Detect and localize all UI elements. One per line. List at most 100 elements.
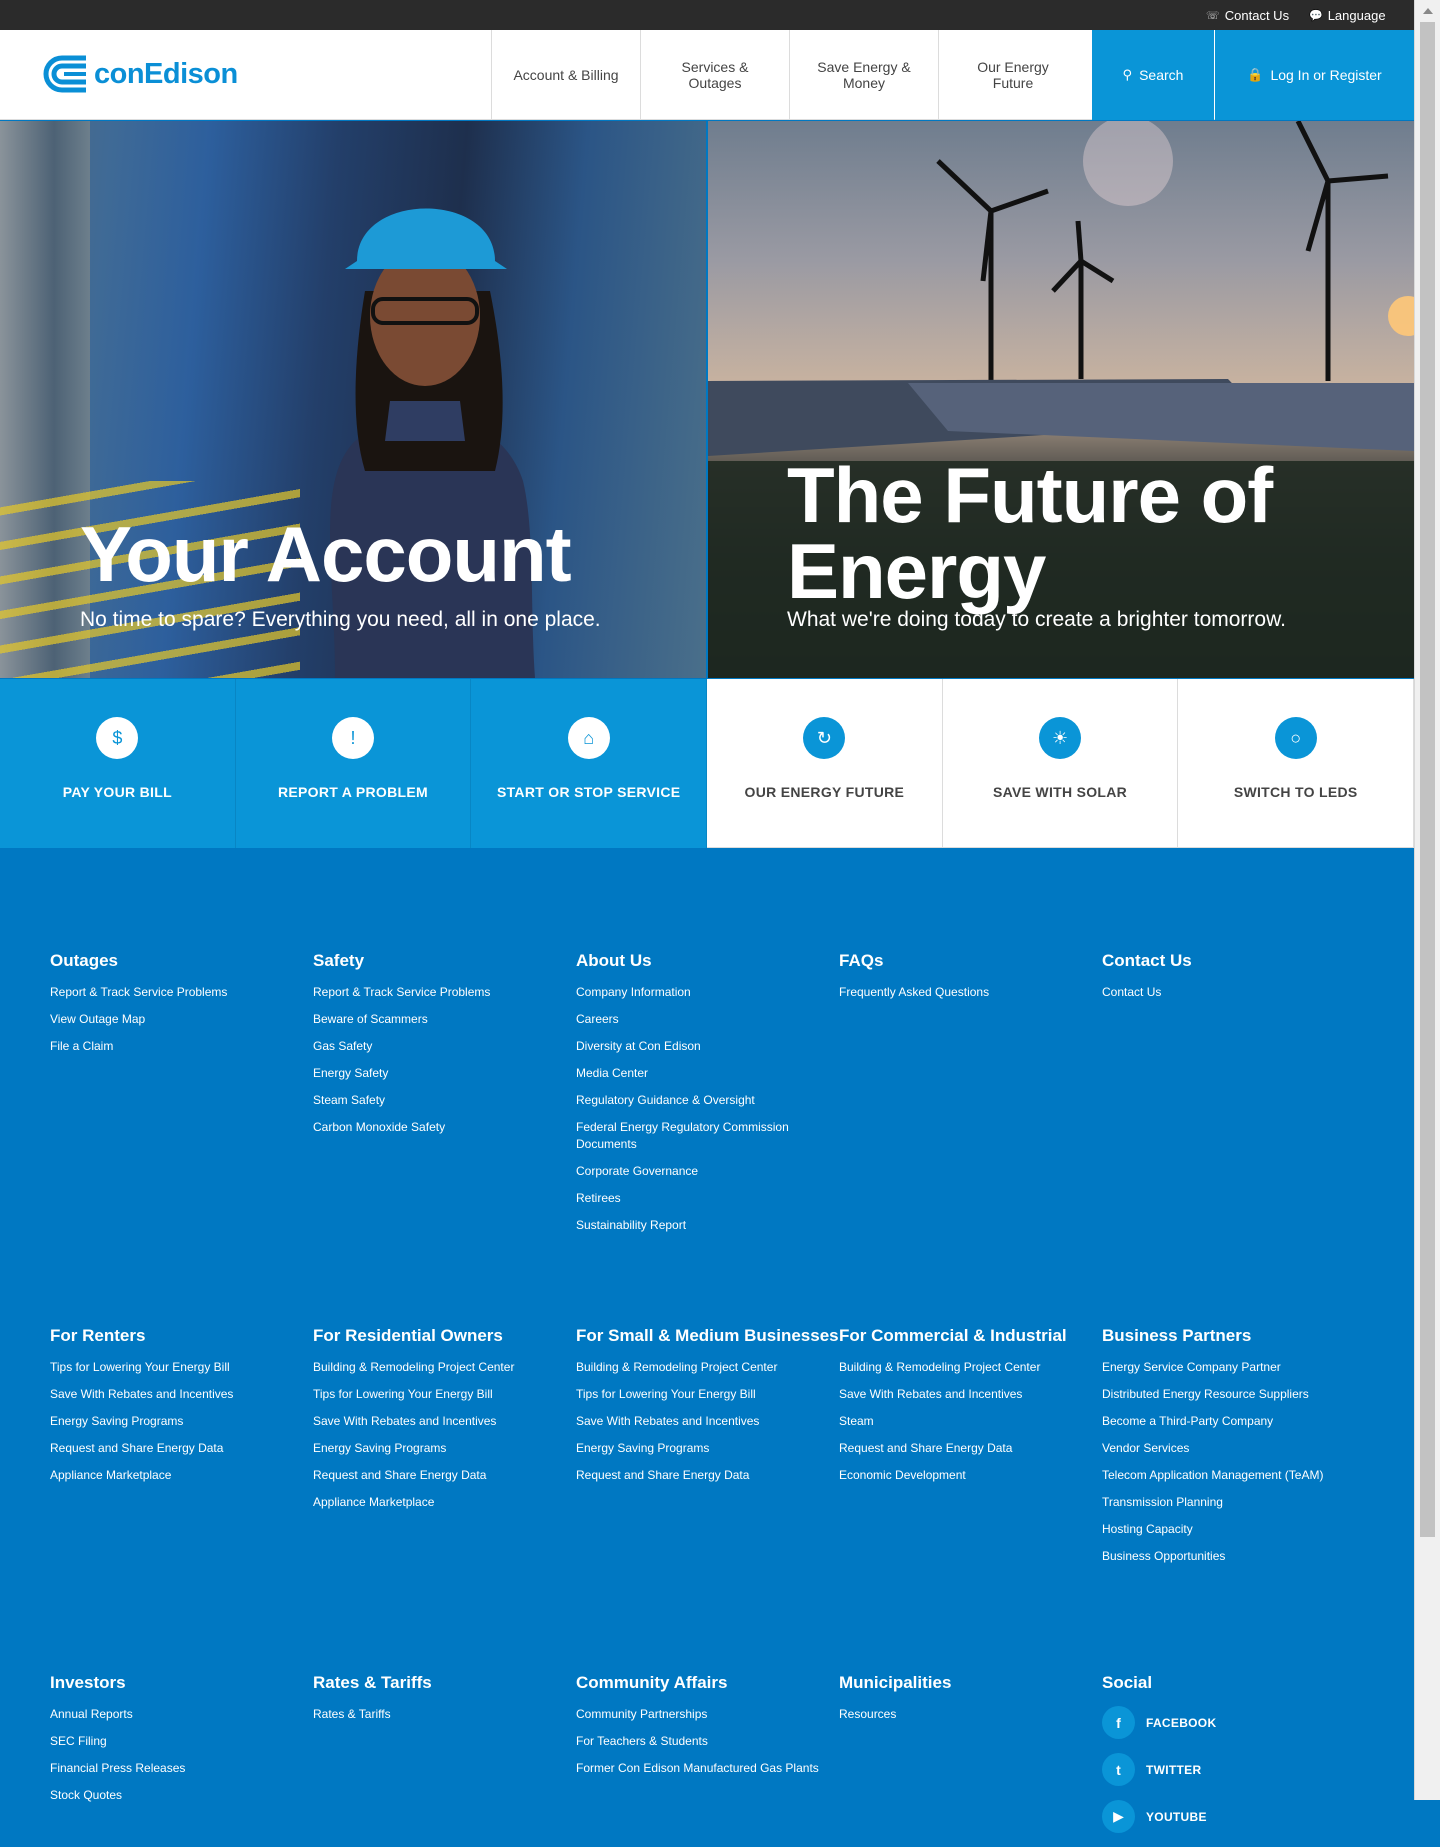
hero-your-account[interactable]: Your Account No time to spare? Everythin… <box>0 121 706 678</box>
footer-column-faqs: FAQs Frequently Asked Questions <box>839 950 1102 1244</box>
footer-link[interactable]: Building & Remodeling Project Center <box>576 1359 839 1376</box>
scroll-up-arrow-icon[interactable] <box>1423 8 1433 14</box>
footer-link[interactable]: Business Opportunities <box>1102 1548 1365 1565</box>
footer-link[interactable]: Appliance Marketplace <box>313 1494 576 1511</box>
scrollbar-thumb[interactable] <box>1420 22 1435 1537</box>
save-with-solar-link[interactable]: ☀ SAVE WITH SOLAR <box>942 679 1179 848</box>
footer-link[interactable]: Retirees <box>576 1190 839 1207</box>
footer-link[interactable]: Steam Safety <box>313 1092 576 1109</box>
footer-link[interactable]: View Outage Map <box>50 1011 313 1028</box>
alert-icon: ! <box>332 717 374 759</box>
refresh-energy-icon: ↻ <box>803 717 846 759</box>
pay-your-bill-link[interactable]: $ PAY YOUR BILL <box>0 679 236 848</box>
footer-link[interactable]: Federal Energy Regulatory Commission Doc… <box>576 1119 839 1153</box>
footer-link[interactable]: Save With Rebates and Incentives <box>839 1386 1102 1403</box>
footer-link[interactable]: Report & Track Service Problems <box>313 984 576 1001</box>
contact-us-link[interactable]: ☏ Contact Us <box>1206 8 1289 23</box>
footer-link[interactable]: Media Center <box>576 1065 839 1082</box>
footer-link[interactable]: Rates & Tariffs <box>313 1706 576 1723</box>
footer-heading: Safety <box>313 951 365 970</box>
footer-link[interactable]: Resources <box>839 1706 1102 1723</box>
footer-link[interactable]: Become a Third-Party Company <box>1102 1413 1365 1430</box>
footer-column-safety: Safety Report & Track Service Problems Bew… <box>313 950 576 1244</box>
footer-link[interactable]: Energy Saving Programs <box>50 1413 313 1430</box>
nav-our-energy-future[interactable]: Our Energy Future <box>938 30 1087 120</box>
footer-heading: For Small & Medium Businesses <box>576 1326 839 1345</box>
page-scrollbar[interactable] <box>1414 0 1440 1800</box>
footer-link[interactable]: Sustainability Report <box>576 1217 839 1234</box>
footer-link[interactable]: Tips for Lowering Your Energy Bill <box>50 1359 313 1376</box>
footer-link[interactable]: Building & Remodeling Project Center <box>839 1359 1102 1376</box>
our-energy-future-label: OUR ENERGY FUTURE <box>744 784 905 800</box>
footer-link[interactable]: Distributed Energy Resource Suppliers <box>1102 1386 1365 1403</box>
social-link-twitter[interactable]: t TWITTER <box>1102 1753 1365 1786</box>
our-energy-future-link[interactable]: ↻ OUR ENERGY FUTURE <box>707 679 943 848</box>
footer-link[interactable]: Energy Saving Programs <box>313 1440 576 1457</box>
footer-link[interactable]: Save With Rebates and Incentives <box>576 1413 839 1430</box>
footer-link[interactable]: Contact Us <box>1102 984 1365 1001</box>
footer-column-for-residential-owners: For Residential Owners Building & Remodel… <box>313 1325 576 1575</box>
footer-link[interactable]: Save With Rebates and Incentives <box>313 1413 576 1430</box>
language-link[interactable]: 💬 Language <box>1309 8 1386 23</box>
footer-link[interactable]: For Teachers & Students <box>576 1733 839 1750</box>
start-stop-service-link[interactable]: ⌂ START OR STOP SERVICE <box>471 679 708 848</box>
conedison-logo[interactable]: conEdison <box>42 54 238 94</box>
social-label: TWITTER <box>1146 1762 1202 1777</box>
footer-link[interactable]: Company Information <box>576 984 839 1001</box>
footer-link[interactable]: SEC Filing <box>50 1733 313 1750</box>
footer-link[interactable]: Save With Rebates and Incentives <box>50 1386 313 1403</box>
footer-link[interactable]: Tips for Lowering Your Energy Bill <box>576 1386 839 1403</box>
report-a-problem-link[interactable]: ! REPORT A PROBLEM <box>235 679 472 848</box>
footer-heading: For Residential Owners <box>313 1326 503 1345</box>
footer-link[interactable]: Building & Remodeling Project Center <box>313 1359 576 1376</box>
footer-link[interactable]: Energy Saving Programs <box>576 1440 839 1457</box>
footer-link[interactable]: Request and Share Energy Data <box>839 1440 1102 1457</box>
footer-link[interactable]: Request and Share Energy Data <box>50 1440 313 1457</box>
footer-link[interactable]: Hosting Capacity <box>1102 1521 1365 1538</box>
nav-save-energy-money[interactable]: Save Energy & Money <box>789 30 938 120</box>
footer-link[interactable]: Transmission Planning <box>1102 1494 1365 1511</box>
footer-link[interactable]: Report & Track Service Problems <box>50 984 313 1001</box>
footer-link[interactable]: Frequently Asked Questions <box>839 984 1102 1001</box>
conedison-logo-mark-icon <box>43 55 86 93</box>
footer-link[interactable]: Vendor Services <box>1102 1440 1365 1457</box>
footer-link[interactable]: Economic Development <box>839 1467 1102 1484</box>
footer-link[interactable]: Energy Service Company Partner <box>1102 1359 1365 1376</box>
footer-link[interactable]: Beware of Scammers <box>313 1011 576 1028</box>
pay-your-bill-label: PAY YOUR BILL <box>62 784 172 800</box>
footer-column-investors: Investors Annual Reports SEC Filing Financi… <box>50 1672 313 1847</box>
footer-heading: For Renters <box>50 1326 146 1345</box>
hero-future-of-energy[interactable]: The Future of Energy What we're doing to… <box>708 121 1414 678</box>
footer-link[interactable]: Tips for Lowering Your Energy Bill <box>313 1386 576 1403</box>
footer-link[interactable]: Request and Share Energy Data <box>313 1467 576 1484</box>
switch-to-leds-link[interactable]: ○ SWITCH TO LEDS <box>1178 679 1415 848</box>
footer-link[interactable]: Energy Safety <box>313 1065 576 1082</box>
social-link-facebook[interactable]: f FACEBOOK <box>1102 1706 1365 1739</box>
footer-link[interactable]: Annual Reports <box>50 1706 313 1723</box>
social-link-youtube[interactable]: ▶ YOUTUBE <box>1102 1800 1365 1833</box>
footer-heading: Social <box>1102 1673 1153 1692</box>
footer-link[interactable]: Financial Press Releases <box>50 1760 313 1777</box>
footer-link[interactable]: Carbon Monoxide Safety <box>313 1119 576 1136</box>
footer-link[interactable]: File a Claim <box>50 1038 313 1055</box>
hero-right-title-line1: The Future of <box>787 451 1273 539</box>
login-register-button[interactable]: 🔒 Log In or Register <box>1215 30 1414 120</box>
search-button[interactable]: ⚲ Search <box>1092 30 1214 120</box>
footer-link[interactable]: Corporate Governance <box>576 1163 839 1180</box>
footer-link[interactable]: Stock Quotes <box>50 1787 313 1804</box>
footer-link[interactable]: Diversity at Con Edison <box>576 1038 839 1055</box>
footer-link[interactable]: Former Con Edison Manufactured Gas Plant… <box>576 1760 839 1777</box>
footer-link[interactable]: Steam <box>839 1413 1102 1430</box>
footer-link[interactable]: Telecom Application Management (TeAM) <box>1102 1467 1365 1484</box>
main-nav: Account & Billing Services & Outages Sav… <box>491 30 1087 120</box>
footer-row-2: For Renters Tips for Lowering Your Energy… <box>50 1325 1370 1575</box>
nav-services-outages[interactable]: Services & Outages <box>640 30 789 120</box>
footer-link[interactable]: Community Partnerships <box>576 1706 839 1723</box>
footer-link[interactable]: Request and Share Energy Data <box>576 1467 839 1484</box>
footer-link[interactable]: Appliance Marketplace <box>50 1467 313 1484</box>
footer-link[interactable]: Careers <box>576 1011 839 1028</box>
footer-link[interactable]: Regulatory Guidance & Oversight <box>576 1092 839 1109</box>
footer-column-for-renters: For Renters Tips for Lowering Your Energy… <box>50 1325 313 1575</box>
footer-link[interactable]: Gas Safety <box>313 1038 576 1055</box>
nav-account-billing[interactable]: Account & Billing <box>491 30 640 120</box>
